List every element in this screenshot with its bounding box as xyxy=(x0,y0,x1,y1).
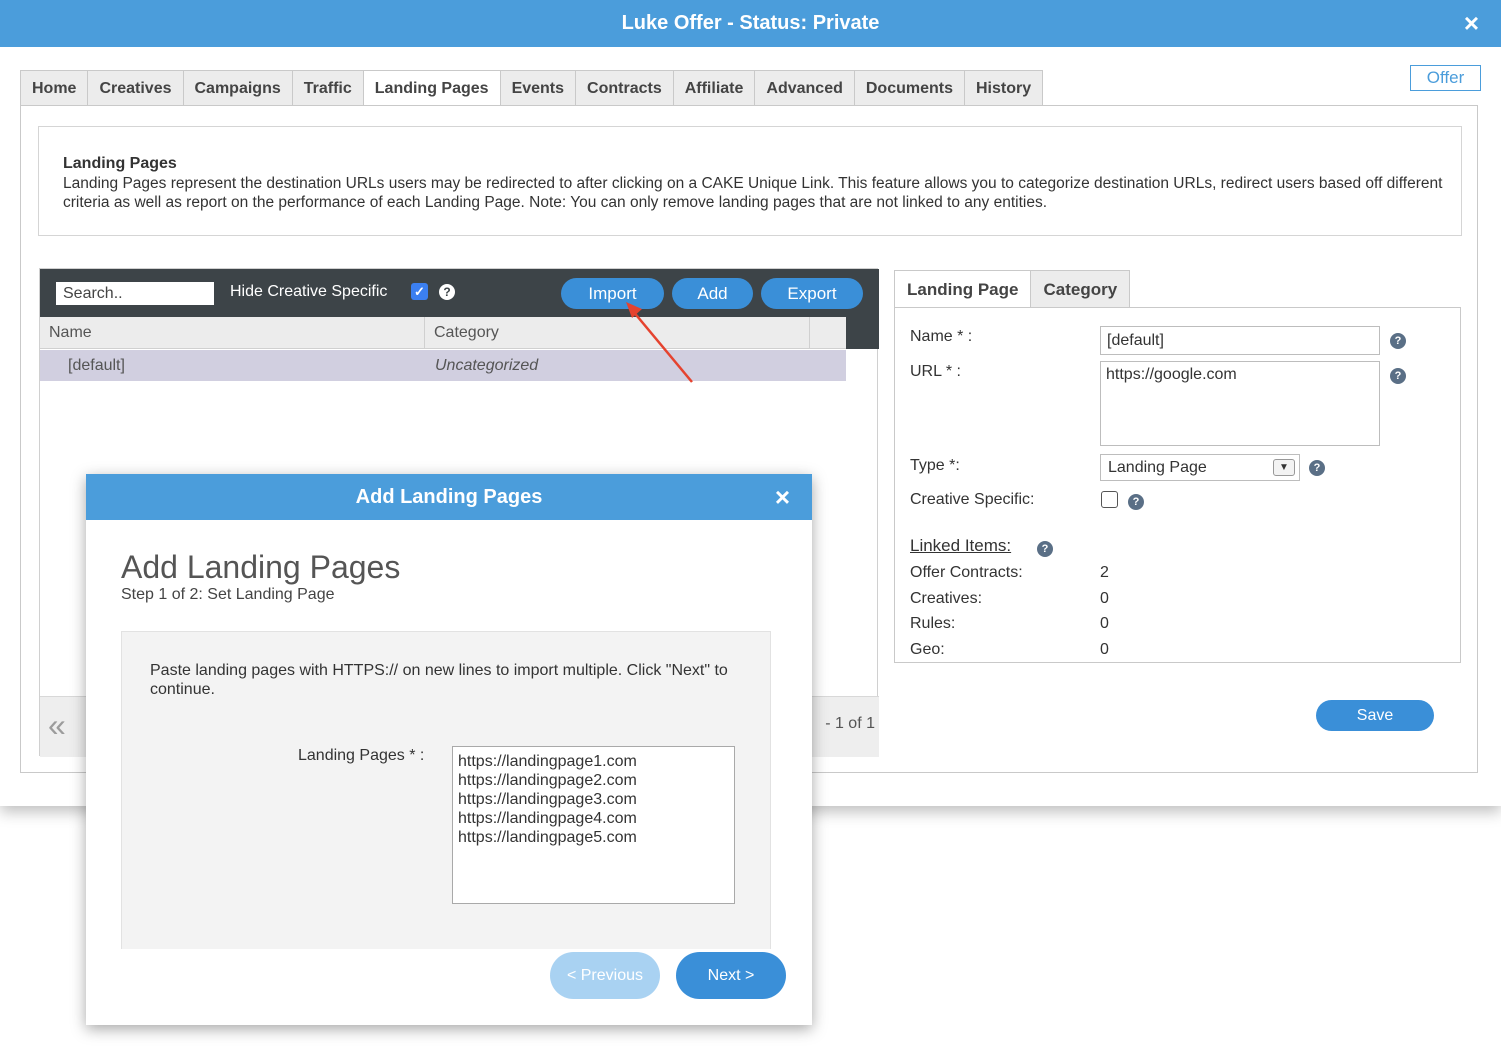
tab-campaigns[interactable]: Campaigns xyxy=(183,70,293,106)
rules-label: Rules: xyxy=(910,615,956,632)
help-icon[interactable]: ? xyxy=(439,284,455,300)
name-label: Name * : xyxy=(910,328,973,345)
first-page-icon[interactable]: « xyxy=(48,707,66,744)
column-header-category[interactable]: Category xyxy=(425,317,810,349)
creative-specific-label: Creative Specific: xyxy=(910,491,1035,508)
tab-category[interactable]: Category xyxy=(1031,270,1131,308)
type-select-value: Landing Page xyxy=(1108,459,1207,476)
tab-landing-page[interactable]: Landing Page xyxy=(894,270,1032,308)
pager-text: - 1 of 1 xyxy=(825,715,875,732)
tab-traffic[interactable]: Traffic xyxy=(292,70,364,106)
window-titlebar: Luke Offer - Status: Private × xyxy=(0,0,1501,47)
next-button[interactable]: Next > xyxy=(676,952,786,999)
type-label: Type *: xyxy=(910,457,960,474)
export-button[interactable]: Export xyxy=(761,278,863,309)
scrollbar-header xyxy=(846,317,879,349)
geo-label: Geo: xyxy=(910,641,945,658)
hide-creative-specific-checkbox[interactable]: ✓ xyxy=(411,283,428,300)
hide-creative-specific-label: Hide Creative Specific xyxy=(230,283,388,300)
info-text: Landing Pages represent the destination … xyxy=(63,175,1443,211)
red-arrow-annotation xyxy=(626,302,693,383)
modal-heading: Add Landing Pages xyxy=(121,549,401,585)
detail-tabs: Landing Page Category xyxy=(894,270,1131,308)
table-row[interactable]: [default] Uncategorized xyxy=(40,350,846,381)
linked-items-help-icon[interactable]: ? xyxy=(1037,541,1053,557)
close-icon[interactable]: × xyxy=(1464,0,1479,47)
tab-home[interactable]: Home xyxy=(20,70,89,106)
tab-affiliate[interactable]: Affiliate xyxy=(673,70,756,106)
url-label: URL * : xyxy=(910,363,961,380)
type-select[interactable]: Landing Page ▼ xyxy=(1100,454,1300,481)
landing-pages-field[interactable]: https://landingpage1.com https://landing… xyxy=(452,746,735,904)
list-toolbar: Hide Creative Specific ✓ ? Import Add Ex… xyxy=(40,269,879,317)
search-input[interactable] xyxy=(56,282,214,305)
save-button[interactable]: Save xyxy=(1316,700,1434,731)
add-landing-pages-modal: Add Landing Pages × Add Landing Pages St… xyxy=(86,474,812,1025)
type-help-icon[interactable]: ? xyxy=(1309,460,1325,476)
modal-instructions: Paste landing pages with HTTPS:// on new… xyxy=(150,662,728,698)
creatives-value: 0 xyxy=(1100,590,1109,607)
landing-page-detail: Name * : ? URL * : https://google.com ? … xyxy=(894,307,1461,663)
chevron-down-icon: ▼ xyxy=(1273,459,1295,476)
tab-advanced[interactable]: Advanced xyxy=(755,70,855,106)
tab-documents[interactable]: Documents xyxy=(854,70,965,106)
linked-items-label[interactable]: Linked Items: xyxy=(910,536,1011,556)
offer-button[interactable]: Offer xyxy=(1410,65,1481,91)
info-title: Landing Pages xyxy=(63,155,177,172)
tab-creatives[interactable]: Creatives xyxy=(88,70,184,106)
creative-specific-help-icon[interactable]: ? xyxy=(1128,494,1144,510)
tab-history[interactable]: History xyxy=(964,70,1044,106)
url-help-icon[interactable]: ? xyxy=(1390,368,1406,384)
window-title: Luke Offer - Status: Private xyxy=(621,12,880,34)
name-field[interactable] xyxy=(1100,326,1380,355)
tab-contracts[interactable]: Contracts xyxy=(576,70,674,106)
name-help-icon[interactable]: ? xyxy=(1390,333,1406,349)
geo-value: 0 xyxy=(1100,641,1109,658)
offer-contracts-value: 2 xyxy=(1100,564,1109,581)
modal-form-box: Paste landing pages with HTTPS:// on new… xyxy=(121,631,771,949)
modal-titlebar: Add Landing Pages × xyxy=(86,474,812,520)
row-name-cell: [default] xyxy=(68,357,125,374)
tab-events[interactable]: Events xyxy=(500,70,577,106)
modal-title: Add Landing Pages xyxy=(355,486,543,508)
offer-contracts-label: Offer Contracts: xyxy=(910,564,1023,581)
row-category-cell: Uncategorized xyxy=(435,357,539,374)
previous-button[interactable]: < Previous xyxy=(550,952,660,999)
creatives-label: Creatives: xyxy=(910,590,983,607)
info-box: Landing Pages Landing Pages represent th… xyxy=(38,126,1462,236)
offer-tabs: Home Creatives Campaigns Traffic Landing… xyxy=(20,70,1044,106)
landing-pages-label: Landing Pages * : xyxy=(298,747,425,764)
grid-header: Name Category xyxy=(40,317,846,349)
modal-step: Step 1 of 2: Set Landing Page xyxy=(121,586,335,603)
modal-close-icon[interactable]: × xyxy=(775,474,790,520)
creative-specific-checkbox[interactable] xyxy=(1101,491,1118,508)
tab-landing-pages[interactable]: Landing Pages xyxy=(363,70,501,106)
url-field[interactable]: https://google.com xyxy=(1100,361,1380,446)
column-header-name[interactable]: Name xyxy=(40,317,425,349)
rules-value: 0 xyxy=(1100,615,1109,632)
